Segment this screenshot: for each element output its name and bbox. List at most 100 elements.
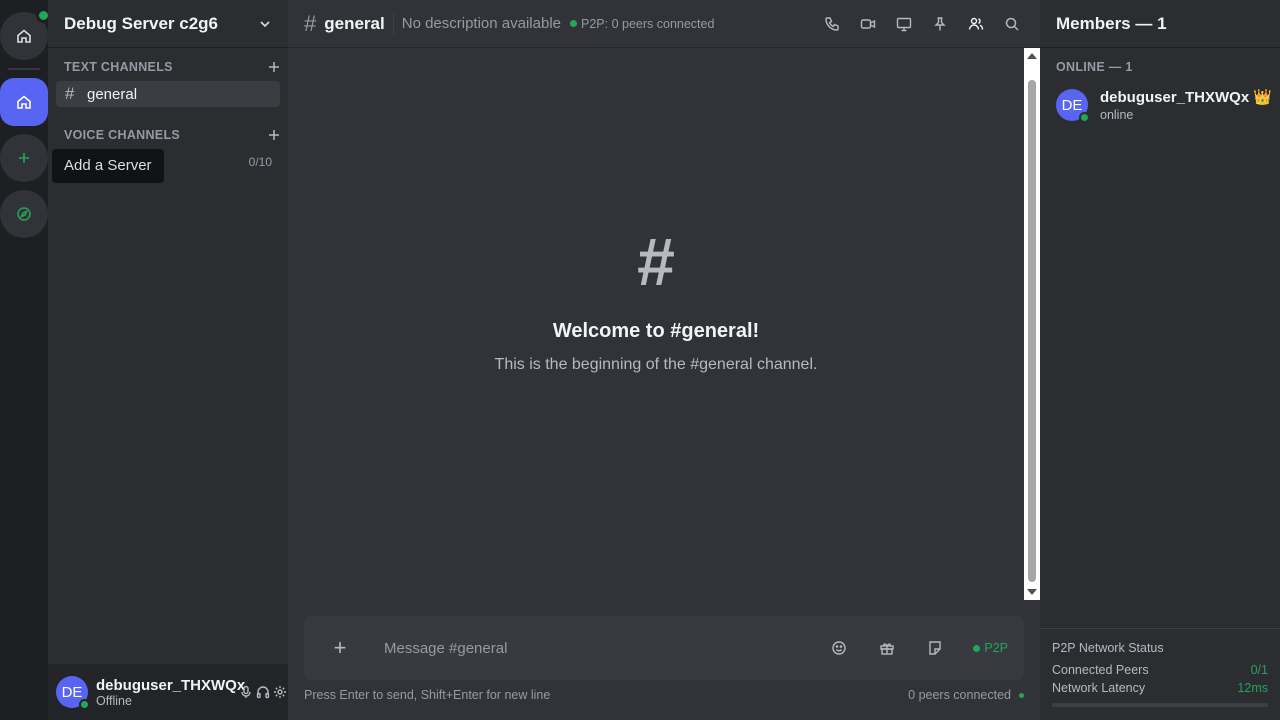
member-item[interactable]: DE debuguser_THXWQx 👑 online (1056, 88, 1272, 123)
avatar: DE (1056, 89, 1090, 123)
message-composer: + P2P (304, 616, 1024, 680)
scroll-up-arrow[interactable] (1027, 53, 1037, 59)
scrollbar-thumb[interactable] (1028, 80, 1036, 582)
members-header: Members — 1 (1040, 0, 1280, 48)
screen-share-button[interactable] (892, 12, 916, 36)
home-icon (17, 29, 31, 43)
peers-status: 0 peers connected (908, 688, 1024, 702)
search-icon (1005, 17, 1019, 31)
toolbar (808, 12, 1024, 36)
user-panel: DE debuguser_THXWQx Offline (48, 664, 288, 720)
status-indicator (1079, 112, 1090, 123)
video-call-button[interactable] (856, 12, 880, 36)
connected-peers-row: Connected Peers 0/1 (1052, 663, 1268, 677)
deafen-button[interactable] (255, 682, 270, 702)
hash-icon: # (65, 84, 75, 103)
headphones-icon (256, 686, 270, 699)
compass-icon (17, 207, 31, 221)
channel-item-general[interactable]: # general (56, 81, 280, 107)
members-sidebar: Members — 1 ONLINE — 1 DE debuguser_THXW… (1040, 0, 1280, 720)
p2p-status: P2P: 0 peers connected (581, 16, 715, 31)
hash-icon: # (304, 10, 317, 36)
online-category: ONLINE — 1 (1056, 60, 1133, 74)
pin-icon (934, 17, 946, 31)
member-list-button[interactable] (964, 12, 988, 36)
attach-button[interactable]: + (320, 635, 360, 661)
plus-icon (19, 153, 29, 163)
p2p-status-dot (570, 20, 577, 27)
crown-icon: 👑 (1253, 89, 1273, 106)
scrollbar[interactable] (1024, 48, 1040, 600)
welcome-title: Welcome to #general! (552, 320, 760, 342)
server-icon-debug[interactable] (0, 78, 48, 126)
server-header[interactable]: Debug Server c2g6 (48, 0, 288, 48)
explore-button[interactable] (0, 190, 48, 238)
category-label: TEXT CHANNELS (64, 60, 173, 74)
channel-topbar: # general No description available P2P: … (288, 0, 1040, 48)
p2p-indicator: P2P (973, 641, 1008, 655)
user-name: debuguser_THXWQx (96, 676, 246, 694)
plus-icon[interactable] (268, 61, 280, 73)
category-voice-channels: VOICE CHANNELS (64, 127, 280, 143)
scroll-down-arrow[interactable] (1027, 589, 1037, 595)
category-text-channels: TEXT CHANNELS (64, 59, 280, 75)
channel-name: general (87, 85, 138, 103)
status-indicator (79, 699, 90, 710)
users-icon (968, 17, 984, 30)
pinned-messages-button[interactable] (928, 12, 952, 36)
add-server-button[interactable] (0, 134, 48, 182)
network-status-panel: P2P Network Status Connected Peers 0/1 N… (1040, 628, 1280, 720)
microphone-icon (240, 685, 251, 698)
p2p-dot (973, 644, 981, 652)
home-icon (17, 95, 31, 109)
server-rail (0, 0, 51, 720)
rail-divider (8, 68, 40, 70)
monitor-icon (896, 17, 912, 32)
category-label: VOICE CHANNELS (64, 128, 181, 142)
smiley-icon (832, 641, 847, 655)
member-name: debuguser_THXWQx (1100, 89, 1250, 106)
emoji-button[interactable] (827, 636, 851, 660)
channel-title: general (324, 13, 385, 33)
gear-icon (274, 686, 287, 698)
message-input[interactable] (384, 639, 804, 657)
sticker-button[interactable] (923, 636, 947, 660)
avatar-initials: DE (61, 683, 83, 701)
channel-description: No description available (401, 15, 561, 32)
network-title: P2P Network Status (1052, 641, 1164, 655)
chat-area: # general No description available P2P: … (288, 0, 1040, 720)
video-icon (860, 19, 876, 29)
avatar[interactable]: DE (56, 676, 90, 710)
peers-dot (1019, 692, 1024, 698)
welcome-hash-icon: # (637, 224, 675, 300)
avatar-initials: DE (1061, 96, 1083, 114)
network-bar (1052, 703, 1268, 707)
settings-button[interactable] (273, 682, 288, 702)
sticker-icon (929, 641, 942, 655)
plus-icon[interactable] (268, 129, 280, 141)
mute-button[interactable] (238, 682, 253, 702)
search-button[interactable] (1000, 12, 1024, 36)
gift-icon (880, 643, 895, 655)
chevron-down-icon (260, 20, 270, 27)
welcome-subtitle: This is the beginning of the #general ch… (494, 356, 818, 373)
latency-label: Network Latency (1052, 681, 1146, 695)
connected-peers-value: 0/1 (1250, 663, 1268, 677)
p2p-label: P2P (984, 641, 1008, 655)
member-status: online (1100, 108, 1134, 122)
user-info: debuguser_THXWQx Offline (96, 676, 246, 708)
channel-sidebar: Debug Server c2g6 TEXT CHANNELS # genera… (48, 0, 288, 720)
user-status: Offline (96, 693, 132, 708)
voice-call-button[interactable] (820, 12, 844, 36)
latency-row: Network Latency 12ms (1052, 681, 1268, 695)
gift-button[interactable] (875, 636, 899, 660)
peers-label: 0 peers connected (908, 688, 1011, 702)
phone-icon (825, 17, 839, 31)
connected-peers-label: Connected Peers (1052, 663, 1149, 677)
server-name: Debug Server c2g6 (64, 13, 219, 33)
message-list[interactable]: # Welcome to #general! This is the begin… (288, 48, 1040, 600)
member-info: debuguser_THXWQx 👑 online (1100, 88, 1272, 122)
voice-channel-count: 0/10 (248, 155, 272, 169)
member-name-row: debuguser_THXWQx 👑 (1100, 88, 1272, 106)
add-server-tooltip: Add a Server (52, 149, 164, 183)
